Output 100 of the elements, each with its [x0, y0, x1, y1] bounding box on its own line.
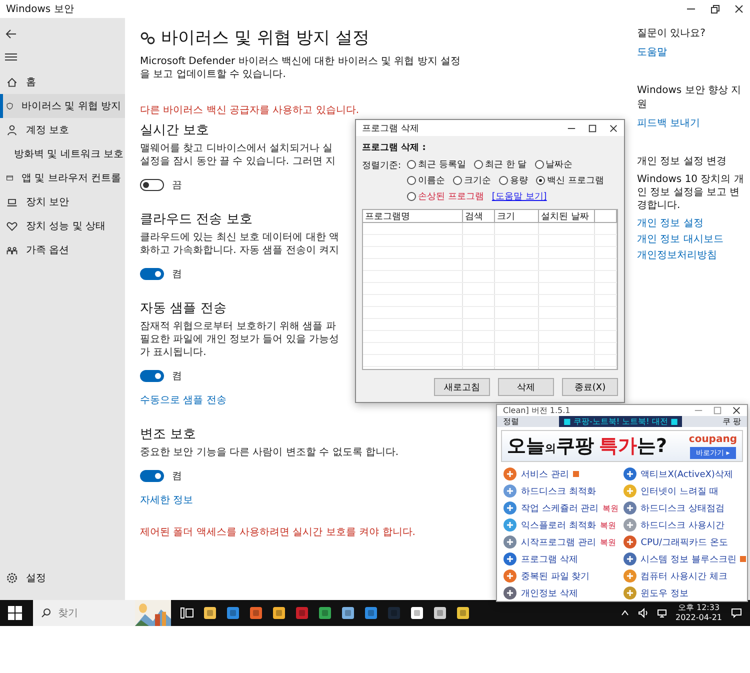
dialog-button[interactable]: 종료(X) [562, 378, 618, 396]
search-bar[interactable]: 찾기 [33, 600, 171, 626]
app-icon[interactable] [341, 606, 355, 620]
close-icon[interactable] [734, 4, 744, 14]
nav-item[interactable]: 계정 보호 [0, 118, 125, 142]
app-icon[interactable] [456, 606, 470, 620]
nav-item[interactable]: 가족 옵션 [0, 238, 125, 262]
nav-item[interactable]: 앱 및 브라우저 컨트롤 [0, 166, 125, 190]
radio-label[interactable]: 날짜순 [546, 158, 573, 171]
radio-button[interactable] [407, 160, 416, 169]
close-icon[interactable] [732, 406, 741, 415]
restore-icon[interactable] [710, 4, 720, 14]
radio-label[interactable]: 최근 등록일 [418, 158, 466, 171]
notification-icon[interactable] [731, 608, 742, 618]
tool-item[interactable]: 컴퓨터 사용시간 체크 [622, 569, 746, 583]
tool-item[interactable]: 하드디스크 사용시간 [622, 518, 746, 532]
help-link[interactable]: 피드백 보내기 [637, 116, 700, 130]
radio-button[interactable] [407, 192, 416, 201]
radio-button[interactable] [407, 176, 416, 185]
tool-item[interactable]: 액티브X(ActiveX)삭제 [622, 467, 746, 481]
tag-label: 복원 [600, 536, 616, 548]
app-icon[interactable] [410, 606, 424, 620]
radio-label[interactable]: 손상된 프로그램 [418, 190, 484, 203]
tool-item[interactable]: CPU/그래픽카드 온도 [622, 535, 746, 549]
close-icon[interactable] [609, 124, 618, 132]
gears-icon [140, 30, 156, 44]
radio-label[interactable]: 백신 프로그램 [547, 174, 604, 187]
nav-item[interactable]: 장치 보안 [0, 190, 125, 214]
radio-button[interactable] [474, 160, 483, 169]
disc-icon [622, 484, 637, 498]
window-title: Windows 보안 [6, 3, 74, 16]
tool-item[interactable]: 중복된 파일 찾기 [503, 569, 619, 583]
section-link[interactable]: 수동으로 샘플 전송 [140, 393, 226, 407]
app-icon[interactable] [272, 606, 286, 620]
tool-item[interactable]: 서비스 관리 [503, 467, 619, 481]
nav-item[interactable]: 바이러스 및 위협 방지 [0, 94, 125, 118]
dialog-button[interactable]: 새로고침 [434, 378, 490, 396]
menu-item[interactable]: 정렬 [503, 416, 519, 427]
help-link[interactable]: [도움말 보기] [492, 190, 547, 203]
tool-item[interactable]: 하드디스크 상태점검 [622, 501, 746, 515]
column-header[interactable]: 검색 [463, 210, 495, 223]
radio-button[interactable] [534, 160, 544, 169]
help-link[interactable]: 개인정보처리방침 [637, 248, 717, 262]
radio-button[interactable] [499, 176, 508, 185]
ad-headline[interactable]: ■ 쿠팡-노트북! 노트북! 대전 ■ [559, 416, 682, 427]
radio-label[interactable]: 용량 [510, 174, 528, 187]
column-header[interactable]: 프로그램명 [363, 210, 463, 223]
column-header[interactable]: 설치된 날짜 [539, 210, 595, 223]
maximize-icon[interactable] [588, 124, 597, 132]
task-view-icon[interactable] [180, 607, 194, 619]
column-header[interactable]: 크기 [495, 210, 539, 223]
tool-item[interactable]: 시작프로그램 관리 복원 [503, 535, 619, 549]
section-description: 가 표시됩니다. [140, 346, 206, 359]
search-input[interactable]: 찾기 [56, 606, 110, 620]
tool-item[interactable]: 개인정보 삭제 [503, 586, 619, 600]
toggle-switch[interactable] [140, 470, 164, 482]
tool-item[interactable]: 프로그램 삭제 [503, 552, 619, 566]
disc-icon [503, 501, 517, 515]
radio-button[interactable] [536, 176, 546, 185]
settings-item[interactable]: 설정 [0, 566, 125, 590]
radio-button[interactable] [453, 176, 462, 185]
toggle-switch[interactable] [140, 370, 164, 382]
radio-label[interactable]: 최근 한 달 [484, 158, 527, 171]
gear-icon [6, 572, 18, 584]
disc-icon [622, 467, 637, 481]
section-link[interactable]: 자세한 정보 [140, 493, 194, 507]
nav-item[interactable]: 장치 성능 및 상태 [0, 214, 125, 238]
menu-item[interactable]: 쿠 팡 [722, 416, 741, 427]
disc-icon [503, 518, 517, 532]
menu-icon[interactable] [5, 52, 17, 62]
toggle-switch[interactable] [140, 268, 164, 280]
tool-item[interactable]: 작업 스케쥴러 관리 복원 [503, 501, 619, 515]
app-icon[interactable] [318, 606, 332, 620]
tool-item[interactable]: 하드디스크 최적화 [503, 484, 619, 498]
help-link[interactable]: 개인 정보 대시보드 [637, 232, 724, 246]
nav-item[interactable]: 홈 [0, 70, 125, 94]
radio-label[interactable]: 크기순 [464, 174, 492, 187]
dialog-button[interactable]: 삭제 [498, 378, 554, 396]
tool-item[interactable]: 인터넷이 느려질 때 [622, 484, 746, 498]
tool-item[interactable]: 시스템 정보 블루스크린 [622, 552, 746, 566]
section-description: 화하고 가속화합니다. 자동 샘플 전송이 켜지 [140, 244, 340, 257]
back-icon[interactable] [5, 28, 17, 40]
toggle-state: 켬 [172, 268, 182, 281]
app-icon[interactable] [203, 606, 217, 620]
help-link[interactable]: 개인 정보 설정 [637, 216, 704, 230]
chevron-up-icon[interactable] [620, 609, 628, 617]
speaker-icon[interactable] [638, 608, 648, 618]
tool-item[interactable]: 윈도우 정보 [622, 586, 746, 600]
start-icon[interactable] [8, 606, 22, 620]
radio-label[interactable]: 이름순 [418, 174, 446, 187]
warning-text: 다른 바이러스 백신 공급자를 사용하고 있습니다. [140, 104, 360, 117]
app-icon[interactable] [433, 606, 447, 620]
toggle-switch[interactable] [140, 179, 164, 191]
disc-icon [622, 552, 637, 566]
nav-item[interactable]: 방화벽 및 네트워크 보호 [0, 142, 125, 166]
help-link[interactable]: 도움말 [637, 45, 667, 59]
section-description: 필요한 파일에 개인 정보가 들어 있을 가능성 [140, 333, 340, 346]
section-title: 자동 샘플 전송 [140, 300, 226, 317]
tool-item[interactable]: 익스플로러 최적화 복원 [503, 518, 619, 532]
network-icon[interactable] [656, 608, 666, 618]
